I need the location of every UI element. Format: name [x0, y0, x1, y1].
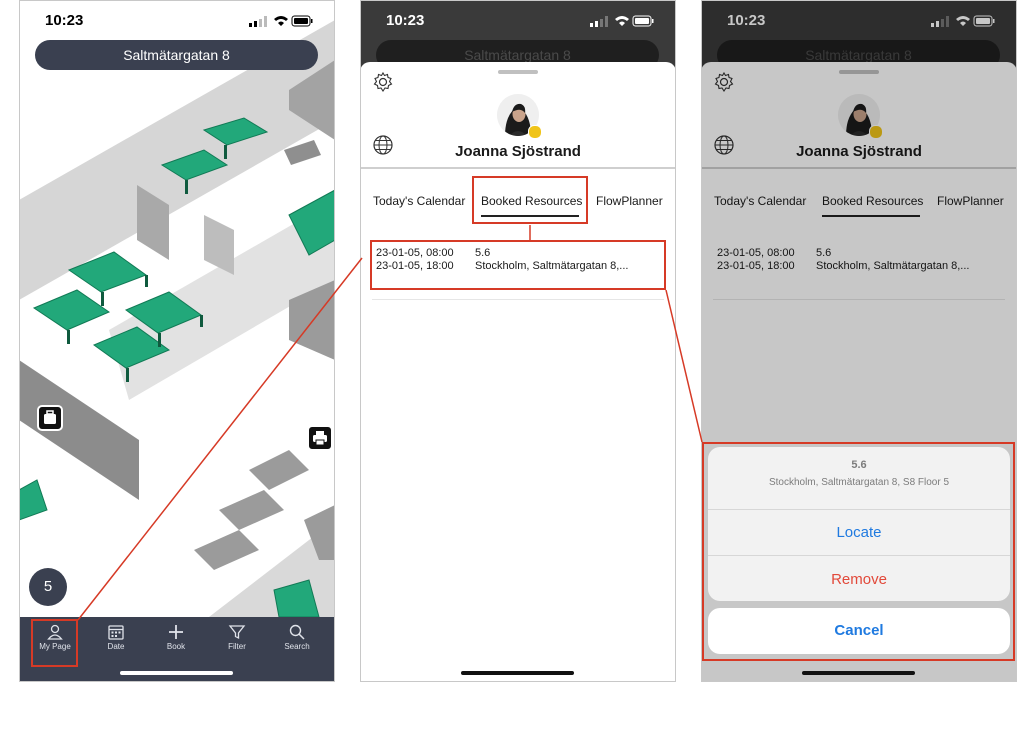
map-screen: 10:23 Saltmätargatan 8 5 My Page Date Bo… — [19, 0, 335, 682]
tab-date[interactable]: Date — [90, 621, 142, 661]
tab-label: Search — [284, 642, 310, 651]
filter-icon — [228, 625, 246, 640]
presence-indicator — [528, 125, 542, 139]
booking-place: Stockholm, Saltmätargatan 8,... — [475, 260, 629, 272]
home-indicator — [802, 671, 915, 675]
search-icon — [289, 624, 305, 640]
luggage-icon[interactable] — [37, 405, 63, 431]
home-indicator — [120, 671, 233, 675]
person-icon — [47, 624, 63, 640]
tab-todays-calendar[interactable]: Today's Calendar — [373, 194, 465, 208]
tab-book[interactable]: Book — [150, 621, 202, 661]
action-separator — [708, 509, 1010, 510]
tab-label: My Page — [39, 642, 71, 651]
action-sheet-subtitle: Stockholm, Saltmätargatan 8, S8 Floor 5 — [768, 477, 950, 488]
tab-label: Book — [166, 642, 186, 651]
profile-screen: Saltmätargatan 8 10:23 Joanna Sjöstrand … — [360, 0, 676, 682]
remove-button[interactable]: Remove — [708, 571, 1010, 588]
booking-end: 23-01-05, 18:00 — [376, 260, 454, 272]
tab-my-page[interactable]: My Page — [29, 621, 81, 661]
booking-times: 23-01-05, 08:00 23-01-05, 18:00 — [376, 247, 454, 273]
printer-icon[interactable] — [307, 425, 333, 451]
tab-label: Date — [107, 642, 125, 651]
clock: 10:23 — [386, 12, 425, 29]
tab-search[interactable]: Search — [271, 621, 323, 661]
action-separator — [708, 555, 1010, 556]
row-separator — [372, 299, 664, 300]
action-sheet-title: 5.6 — [851, 459, 867, 471]
gear-icon[interactable] — [372, 71, 394, 93]
booking-start: 23-01-05, 08:00 — [376, 247, 454, 259]
action-sheet: 5.6 Stockholm, Saltmätargatan 8, S8 Floo… — [708, 447, 1010, 601]
floor-selector[interactable]: 5 — [29, 568, 67, 606]
action-sheet-screen: Saltmätargatan 8 10:23 Joanna Sjöstrand … — [701, 0, 1017, 682]
cancel-button[interactable]: Cancel — [708, 608, 1010, 654]
calendar-icon — [108, 625, 124, 640]
tab-flowplanner[interactable]: FlowPlanner — [596, 194, 663, 208]
booking-resource: 5.6 — [475, 247, 491, 259]
sheet-grabber[interactable] — [498, 70, 538, 74]
header-divider — [360, 167, 676, 169]
booking-details: 5.6 Stockholm, Saltmätargatan 8,... — [475, 247, 628, 273]
home-indicator — [461, 671, 574, 675]
system-indicators-icon — [590, 15, 654, 27]
tab-booked-resources[interactable]: Booked Resources — [481, 194, 582, 208]
plus-icon — [169, 625, 183, 639]
location-bar[interactable]: Saltmätargatan 8 — [35, 40, 318, 70]
locate-button[interactable]: Locate — [708, 524, 1010, 541]
clock: 10:23 — [45, 12, 84, 29]
profile-sheet: Joanna Sjöstrand Today's Calendar Booked… — [360, 62, 676, 682]
active-tab-indicator — [481, 215, 579, 217]
tab-label: Filter — [228, 642, 246, 651]
status-bar: 10:23 — [19, 0, 335, 44]
tab-filter[interactable]: Filter — [211, 621, 263, 661]
floor-map[interactable] — [19, 0, 335, 617]
system-indicators-icon — [249, 15, 313, 27]
user-name: Joanna Sjöstrand — [455, 143, 581, 160]
status-bar: 10:23 — [360, 0, 676, 44]
